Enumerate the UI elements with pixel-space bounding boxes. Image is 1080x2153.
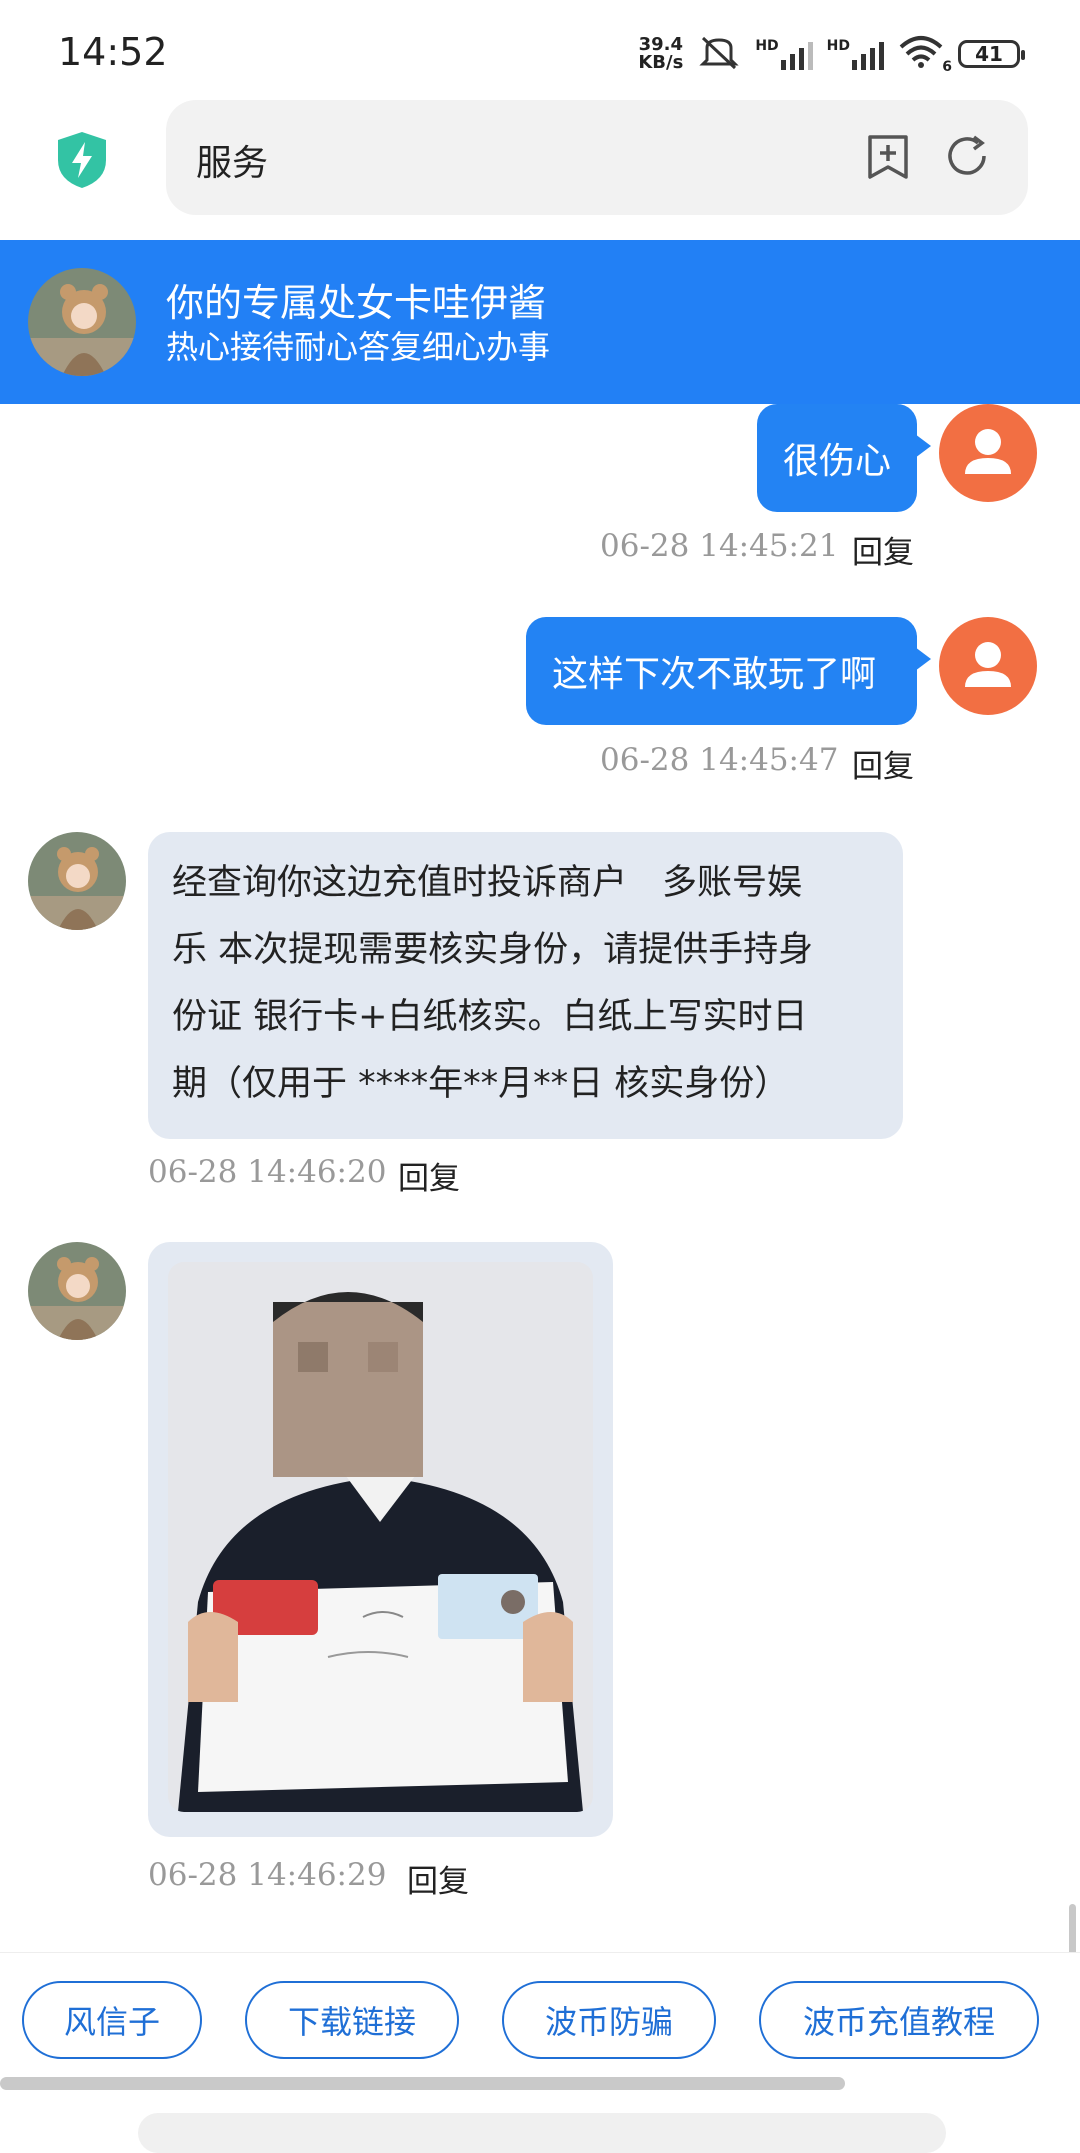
- message-input[interactable]: [138, 2113, 946, 2153]
- user-avatar: [939, 404, 1037, 502]
- message-timestamp: 06-28 14:45:47: [600, 742, 839, 778]
- agent-subtitle: 热心接待耐心答复细心办事: [166, 328, 551, 366]
- agent-avatar: [28, 832, 126, 930]
- reply-link[interactable]: 回复: [852, 741, 914, 786]
- message-text: 很伤心: [783, 441, 892, 482]
- reply-link[interactable]: 回复: [852, 527, 914, 572]
- incoming-image-bubble[interactable]: [148, 1242, 613, 1837]
- quick-reply-chip[interactable]: 波币充值教程: [759, 1981, 1039, 2059]
- message-timestamp: 06-28 14:45:21: [600, 528, 839, 564]
- chat-messages[interactable]: 很伤心 06-28 14:45:21 回复 这样下次不敢玩了啊 06-28 14…: [0, 404, 1080, 1952]
- agent-title: 你的专属处女卡哇伊酱: [166, 281, 547, 325]
- outgoing-message-bubble[interactable]: 很伤心: [757, 404, 931, 512]
- status-bar: 14:52 39.4 KB/s HD HD 6 41: [0, 0, 1080, 100]
- incoming-message-bubble[interactable]: 经查询你这边充值时投诉商户 多账号娱 乐 本次提现需要核实身份，请提供手持身 份…: [148, 832, 903, 1139]
- quick-reply-chip[interactable]: 波币防骗: [502, 1981, 716, 2059]
- signal-icon: HD: [755, 38, 813, 70]
- quick-reply-chip[interactable]: 风信子: [22, 1981, 202, 2059]
- page-title: 服务: [196, 143, 269, 184]
- signal-icon: HD: [827, 38, 884, 70]
- horizontal-scrollbar[interactable]: [0, 2077, 845, 2090]
- message-text: 经查询你这边充值时投诉商户 多账号娱 乐 本次提现需要核实身份，请提供手持身 份…: [172, 863, 814, 1104]
- bookmark-add-icon[interactable]: [866, 133, 910, 185]
- refresh-icon[interactable]: [944, 133, 990, 183]
- user-avatar: [939, 617, 1037, 715]
- net-speed: 39.4 KB/s: [638, 34, 684, 73]
- quick-reply-chip[interactable]: 下载链接: [245, 1981, 459, 2059]
- message-photo[interactable]: [168, 1262, 593, 1812]
- wifi-icon: 6: [898, 35, 952, 75]
- message-timestamp: 06-28 14:46:29: [148, 1857, 387, 1893]
- shield-icon[interactable]: [54, 130, 110, 194]
- agent-header: 你的专属处女卡哇伊酱 热心接待耐心答复细心办事: [0, 240, 1080, 404]
- message-text: 这样下次不敢玩了啊: [552, 654, 877, 695]
- top-bar: 服务: [0, 100, 1080, 240]
- address-bar[interactable]: 服务: [166, 100, 1028, 215]
- mute-icon: [697, 34, 741, 74]
- quick-reply-bar: 风信子 下载链接 波币防骗 波币充值教程: [0, 1952, 1080, 2153]
- vertical-scrollbar[interactable]: [1069, 1904, 1076, 1952]
- battery-icon: 41: [958, 40, 1025, 68]
- reply-link[interactable]: 回复: [398, 1153, 460, 1198]
- status-time: 14:52: [58, 30, 168, 74]
- agent-avatar: [28, 268, 136, 376]
- status-icons: 39.4 KB/s HD HD 6 41: [638, 34, 1025, 75]
- outgoing-message-bubble[interactable]: 这样下次不敢玩了啊: [526, 617, 931, 725]
- agent-avatar: [28, 1242, 126, 1340]
- message-timestamp: 06-28 14:46:20: [148, 1154, 387, 1190]
- reply-link[interactable]: 回复: [407, 1856, 469, 1901]
